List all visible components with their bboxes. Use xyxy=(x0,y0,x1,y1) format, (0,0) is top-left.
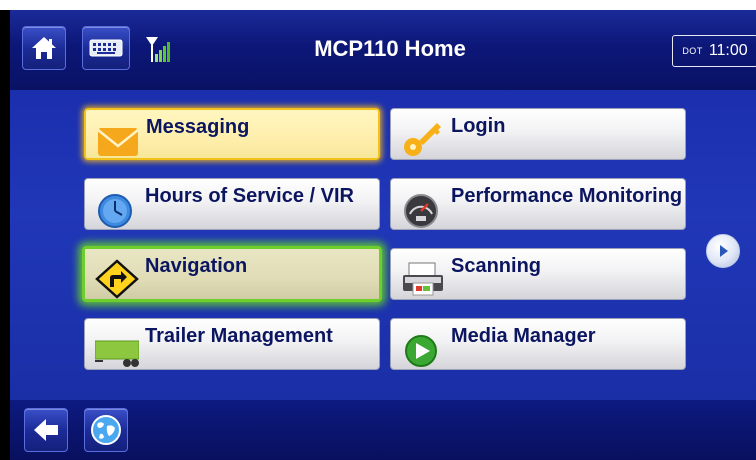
signal-strength-icon xyxy=(144,34,172,69)
next-page-button[interactable] xyxy=(706,234,740,268)
speedometer-icon xyxy=(404,194,438,228)
globe-icon xyxy=(91,415,121,445)
navigation-button[interactable]: Navigation xyxy=(82,246,382,302)
home-button[interactable] xyxy=(22,26,66,70)
keyboard-button[interactable] xyxy=(82,26,130,70)
clock-time: 11:00 xyxy=(708,42,748,59)
trailer-icon xyxy=(95,340,139,367)
top-bar: MCP110 Home DOT 11:00 xyxy=(10,10,756,90)
back-button[interactable] xyxy=(24,408,68,452)
dot-label: DOT xyxy=(682,46,703,56)
main-menu-area: Messaging Login Hours of Service / VIR P… xyxy=(10,90,756,400)
screen: MCP110 Home DOT 11:00 Messaging Login Ho… xyxy=(0,10,756,460)
messaging-label: Messaging xyxy=(146,116,250,138)
navigation-label: Navigation xyxy=(145,255,248,277)
globe-button[interactable] xyxy=(84,408,128,452)
scanner-icon xyxy=(403,262,443,296)
media-manager-button[interactable]: Media Manager xyxy=(390,318,686,370)
envelope-icon xyxy=(97,128,139,156)
login-label: Login xyxy=(451,115,506,137)
play-icon xyxy=(405,335,437,367)
key-icon xyxy=(404,123,441,156)
scanning-button[interactable]: Scanning xyxy=(390,248,686,300)
performance-monitoring-button[interactable]: Performance Monitoring xyxy=(390,178,686,230)
keyboard-icon xyxy=(89,39,123,57)
status-clock: DOT 11:00 xyxy=(672,35,756,67)
scanning-label: Scanning xyxy=(451,255,542,277)
hours-of-service-button[interactable]: Hours of Service / VIR xyxy=(84,178,380,230)
back-arrow-icon xyxy=(34,419,58,441)
clock-icon xyxy=(98,194,132,228)
media-manager-label: Media Manager xyxy=(451,325,596,347)
turn-sign-icon xyxy=(95,259,139,299)
trailer-management-button[interactable]: Trailer Management xyxy=(84,318,380,370)
login-button[interactable]: Login xyxy=(390,108,686,160)
home-icon xyxy=(32,37,56,59)
messaging-button[interactable]: Messaging xyxy=(84,108,380,160)
hours-of-service-label: Hours of Service / VIR xyxy=(145,185,354,207)
page-title: MCP110 Home xyxy=(314,36,466,61)
trailer-management-label: Trailer Management xyxy=(145,325,333,347)
bottom-bar xyxy=(10,400,756,460)
next-page-icon xyxy=(720,245,728,257)
performance-monitoring-label: Performance Monitoring xyxy=(451,185,683,207)
